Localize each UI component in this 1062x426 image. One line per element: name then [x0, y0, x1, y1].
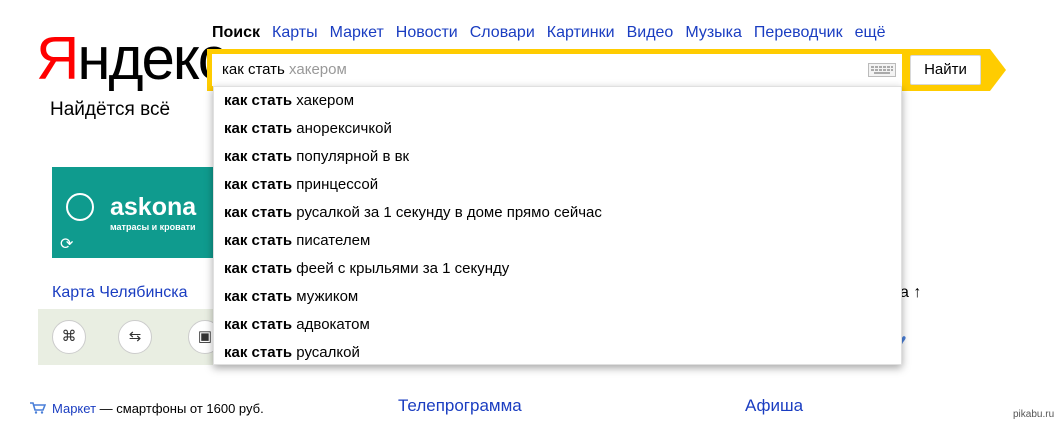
suggestion-rest: писателем	[296, 232, 371, 249]
suggestion-rest: хакером	[296, 92, 355, 109]
suggestion-prefix: как стать	[224, 176, 293, 193]
right-column-heading[interactable]: а ↑	[900, 284, 921, 302]
banner-subtitle: матрасы и кровати	[110, 222, 196, 232]
services-nav: Поиск Карты Маркет Новости Словари Карти…	[212, 24, 898, 42]
suggestion-item[interactable]: как стать анорексичкой	[224, 115, 392, 143]
service-market[interactable]: Маркет	[330, 24, 384, 42]
service-news[interactable]: Новости	[396, 24, 458, 42]
cart-icon	[30, 402, 46, 414]
slogan: Найдётся всё	[50, 99, 171, 120]
search-suggestions: как стать хакером как стать анорексичкой…	[213, 86, 902, 365]
service-translator[interactable]: Переводчик	[754, 24, 843, 42]
suggestion-rest: принцессой	[296, 176, 379, 193]
suggestion-item[interactable]: как стать мужиком	[224, 283, 358, 311]
suggestion-prefix: как стать	[224, 344, 293, 361]
service-more[interactable]: ещё	[855, 24, 886, 42]
watermark: pikabu.ru	[1013, 409, 1055, 420]
suggestion-prefix: как стать	[224, 260, 293, 277]
suggestion-prefix: как стать	[224, 316, 293, 333]
suggestion-item[interactable]: как стать принцессой	[224, 171, 378, 199]
suggestion-item[interactable]: как стать адвокатом	[224, 311, 370, 339]
suggestion-prefix: как стать	[224, 148, 293, 165]
search-input[interactable]: как стать хакером	[212, 54, 902, 86]
logo-first-letter: Я	[36, 25, 79, 92]
banner-title: askona	[110, 193, 197, 221]
suggestion-item[interactable]: как стать феей с крыльями за 1 секунду	[224, 255, 509, 283]
keyboard-icon[interactable]	[868, 63, 896, 77]
suggestion-rest: феей с крыльями за 1 секунду	[296, 260, 510, 277]
service-video[interactable]: Видео	[627, 24, 674, 42]
logo-rest: ндекс	[77, 25, 227, 92]
suggestion-rest: мужиком	[296, 288, 359, 305]
suggestion-prefix: как стать	[224, 288, 293, 305]
suggestion-item[interactable]: как стать писателем	[224, 227, 370, 255]
suggestion-rest: анорексичкой	[296, 120, 392, 137]
binoculars-icon[interactable]: ⌘	[52, 320, 86, 354]
suggestion-item[interactable]: как стать хакером	[224, 87, 354, 115]
suggestion-rest: русалкой	[296, 344, 360, 361]
map-preview[interactable]: ⌘ ⇆ ▣	[38, 309, 218, 365]
suggestion-prefix: как стать	[224, 92, 293, 109]
service-music[interactable]: Музыка	[685, 24, 742, 42]
suggestion-item[interactable]: как стать популярной в вк	[224, 143, 409, 171]
yandex-logo[interactable]: Яндекс	[36, 24, 228, 94]
suggestion-item[interactable]: как стать русалкой	[224, 339, 360, 367]
ad-banner[interactable]: askona матрасы и кровати ⟳	[52, 167, 220, 258]
suggestion-rest: адвокатом	[296, 316, 370, 333]
search-autocomplete-hint: хакером	[289, 61, 347, 78]
suggestion-rest: русалкой за 1 секунду в доме прямо сейча…	[296, 204, 602, 221]
search-button[interactable]: Найти	[910, 55, 981, 85]
suggestion-rest: популярной в вк	[296, 148, 410, 165]
search-frame-arrow	[990, 49, 1006, 91]
tv-program-link[interactable]: Телепрограмма	[398, 396, 522, 416]
refresh-icon[interactable]: ⟳	[60, 234, 73, 254]
suggestion-prefix: как стать	[224, 120, 293, 137]
map-title-link[interactable]: Карта Челябинска	[52, 284, 187, 302]
service-images[interactable]: Картинки	[547, 24, 615, 42]
market-link[interactable]: Маркет	[52, 401, 96, 416]
search-typed-text: как стать	[222, 61, 285, 78]
suggestion-prefix: как стать	[224, 204, 293, 221]
afisha-link[interactable]: Афиша	[745, 396, 803, 416]
suggestion-prefix: как стать	[224, 232, 293, 249]
service-dictionaries[interactable]: Словари	[470, 24, 535, 42]
suggestion-item[interactable]: как стать русалкой за 1 секунду в доме п…	[224, 199, 602, 227]
market-text: — смартфоны от 1600 руб.	[99, 401, 264, 416]
route-icon[interactable]: ⇆	[118, 320, 152, 354]
service-maps[interactable]: Карты	[272, 24, 318, 42]
market-promo: Маркет — смартфоны от 1600 руб.	[30, 401, 264, 416]
service-search[interactable]: Поиск	[212, 24, 260, 42]
banner-logo-icon	[66, 193, 94, 221]
